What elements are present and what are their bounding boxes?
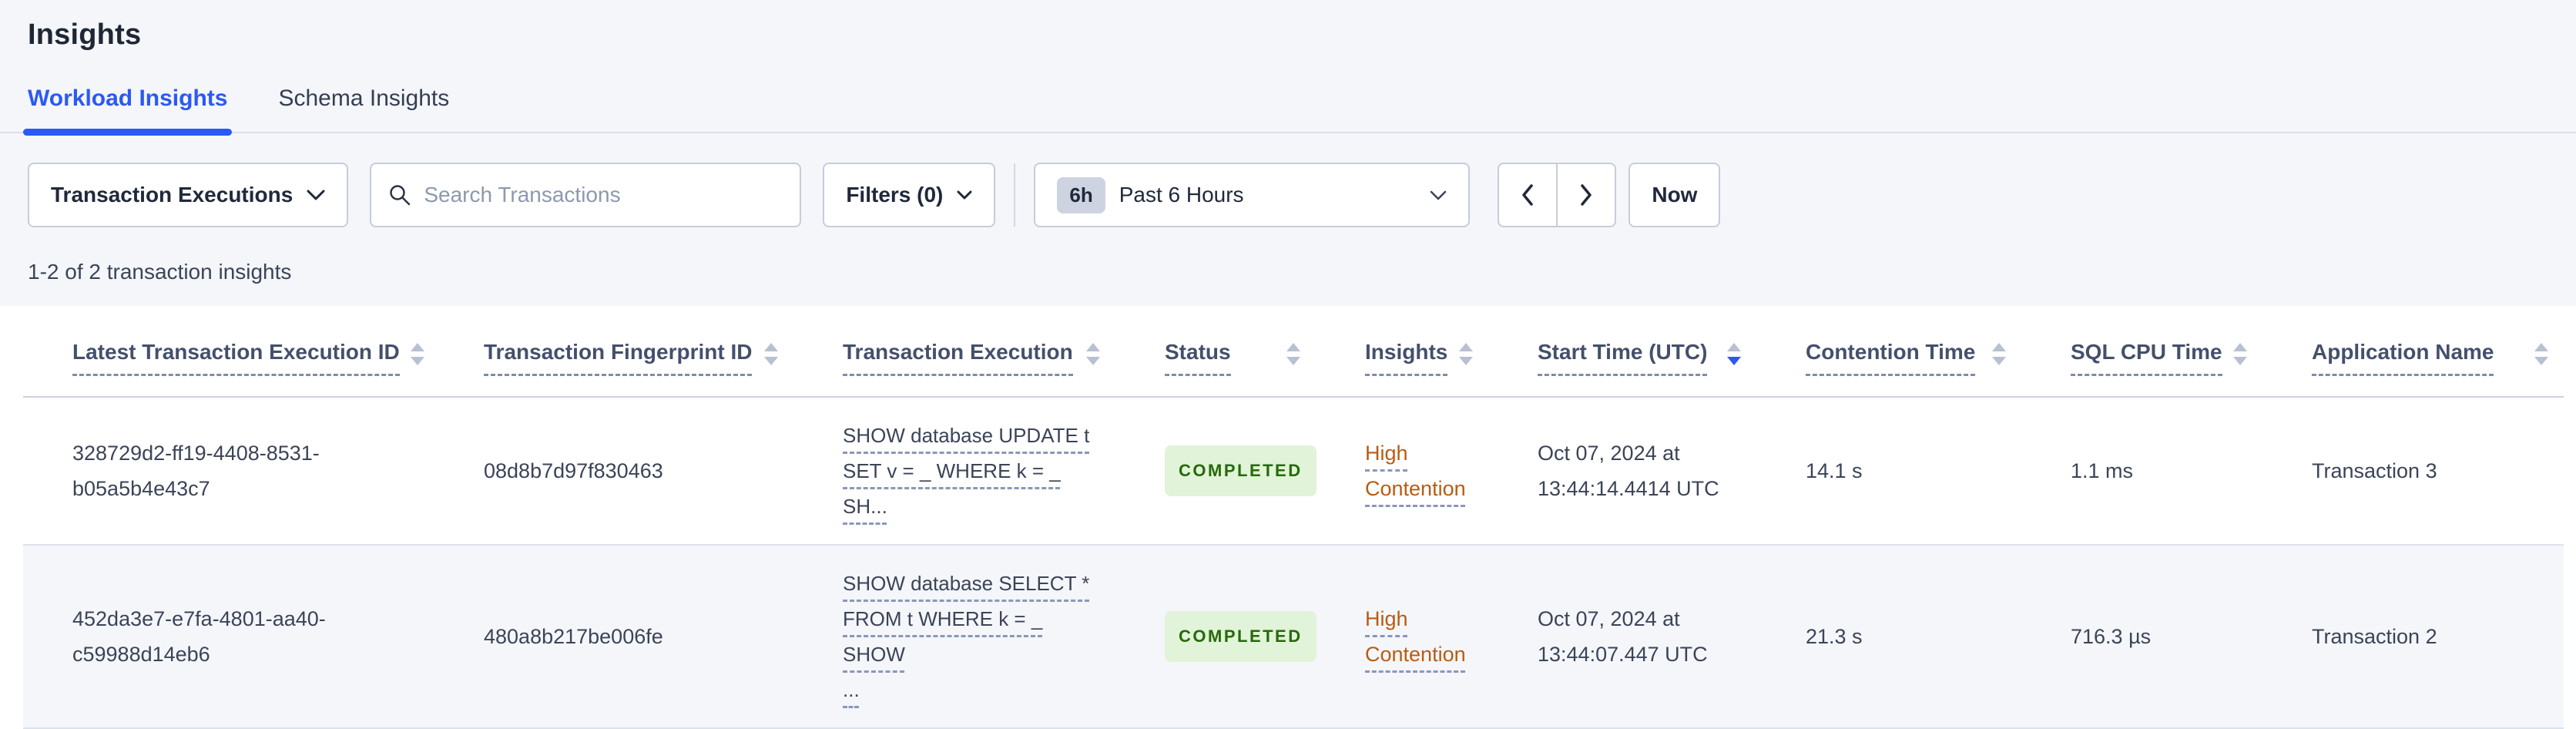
tab-label: Schema Insights <box>278 86 450 111</box>
vertical-divider <box>1014 163 1016 227</box>
table-row: 328729d2-ff19-4408-8531- b05a5b4e43c7 08… <box>23 397 2564 546</box>
column-header-insights[interactable]: Insights <box>1316 306 1488 398</box>
prev-time-button[interactable] <box>1498 163 1558 227</box>
column-header-sql-cpu-time[interactable]: SQL CPU Time <box>2021 306 2262 398</box>
search-input[interactable] <box>424 183 783 207</box>
cell-fingerprint-id: 08d8b7d97f830463 <box>434 397 793 546</box>
sort-icon <box>2534 343 2548 365</box>
tab-label: Workload Insights <box>28 86 228 111</box>
status-badge: COMPLETED <box>1165 445 1317 496</box>
controls-row: Transaction Executions Filters (0) 6h Pa… <box>28 163 2548 227</box>
results-count: 1-2 of 2 transaction insights <box>28 260 292 284</box>
cell-contention-time: 14.1 s <box>1756 397 2021 546</box>
chevron-down-icon <box>307 190 325 200</box>
cell-transaction-execution: SHOW database UPDATE t SET v = _ WHERE k… <box>793 397 1115 546</box>
sort-icon <box>1286 343 1300 365</box>
cell-contention-time: 21.3 s <box>1756 545 2021 729</box>
insights-header-section: Insights Workload Insights Schema Insigh… <box>0 0 2576 306</box>
cell-start-time: Oct 07, 2024 at 13:44:07.447 UTC <box>1488 545 1756 729</box>
column-header-transaction-execution[interactable]: Transaction Execution <box>793 306 1115 398</box>
now-button[interactable]: Now <box>1628 163 1721 227</box>
cell-status: COMPLETED <box>1115 397 1317 546</box>
cell-sql-cpu-time: 1.1 ms <box>2021 397 2262 546</box>
cell-start-time: Oct 07, 2024 at 13:44:14.4414 UTC <box>1488 397 1756 546</box>
filters-label: Filters (0) <box>846 183 944 207</box>
tabs-bar: Workload Insights Schema Insights <box>0 86 2576 136</box>
column-header-application-name[interactable]: Application Name <box>2262 306 2564 398</box>
cell-fingerprint-id: 480a8b217be006fe <box>434 545 793 729</box>
search-input-wrapper <box>370 163 802 227</box>
status-badge: COMPLETED <box>1165 611 1317 662</box>
transaction-insights-table: Latest Transaction Execution ID Transact… <box>23 306 2564 729</box>
sort-icon <box>2233 343 2247 365</box>
cell-application-name: Transaction 3 <box>2262 397 2564 546</box>
column-header-latest-execution-id[interactable]: Latest Transaction Execution ID <box>23 306 434 398</box>
cell-transaction-execution: SHOW database SELECT * FROM t WHERE k = … <box>793 545 1115 729</box>
time-range-picker[interactable]: 6h Past 6 Hours <box>1034 163 1471 227</box>
insights-table-container: Latest Transaction Execution ID Transact… <box>23 306 2564 729</box>
transaction-statement-link[interactable]: SHOW database UPDATE t SET v = _ WHERE k… <box>843 424 1089 518</box>
filters-button[interactable]: Filters (0) <box>823 163 996 227</box>
execution-type-dropdown[interactable]: Transaction Executions <box>28 163 349 227</box>
cell-application-name: Transaction 2 <box>2262 545 2564 729</box>
search-icon <box>390 185 411 206</box>
cell-sql-cpu-time: 716.3 µs <box>2021 545 2262 729</box>
sort-icon <box>1086 343 1100 365</box>
high-contention-link[interactable]: High Contention <box>1365 442 1466 500</box>
chevron-left-icon <box>1522 184 1534 206</box>
chevron-down-icon <box>957 190 972 200</box>
column-header-fingerprint-id[interactable]: Transaction Fingerprint ID <box>434 306 793 398</box>
time-range-pager <box>1498 163 1617 227</box>
chevron-down-icon <box>1431 190 1447 200</box>
cell-insights: High Contention <box>1316 545 1488 729</box>
time-range-chip: 6h <box>1057 176 1105 213</box>
sort-icon <box>1459 343 1473 365</box>
time-range-label: Past 6 Hours <box>1119 183 1244 207</box>
column-header-start-time[interactable]: Start Time (UTC) <box>1488 306 1756 398</box>
cell-latest-execution-id: 452da3e7-e7fa-4801-aa40- c59988d14eb6 <box>23 545 434 729</box>
tab-schema-insights[interactable]: Schema Insights <box>278 86 449 132</box>
cell-status: COMPLETED <box>1115 545 1317 729</box>
sort-icon-active-desc <box>1727 343 1741 365</box>
sort-icon <box>764 343 778 365</box>
next-time-button[interactable] <box>1556 163 1617 227</box>
table-header-row: Latest Transaction Execution ID Transact… <box>23 306 2564 398</box>
sort-icon <box>1992 343 2006 365</box>
tab-workload-insights[interactable]: Workload Insights <box>22 86 233 136</box>
execution-type-value: Transaction Executions <box>51 183 293 207</box>
high-contention-link[interactable]: High Contention <box>1365 607 1466 666</box>
page-title: Insights <box>28 18 142 51</box>
column-header-contention-time[interactable]: Contention Time <box>1756 306 2021 398</box>
chevron-right-icon <box>1581 184 1592 206</box>
sort-icon <box>410 343 424 365</box>
cell-latest-execution-id: 328729d2-ff19-4408-8531- b05a5b4e43c7 <box>23 397 434 546</box>
cell-insights: High Contention <box>1316 397 1488 546</box>
transaction-statement-link[interactable]: SHOW database SELECT * FROM t WHERE k = … <box>843 572 1089 701</box>
table-row: 452da3e7-e7fa-4801-aa40- c59988d14eb6 48… <box>23 545 2564 729</box>
column-header-status[interactable]: Status <box>1115 306 1316 398</box>
